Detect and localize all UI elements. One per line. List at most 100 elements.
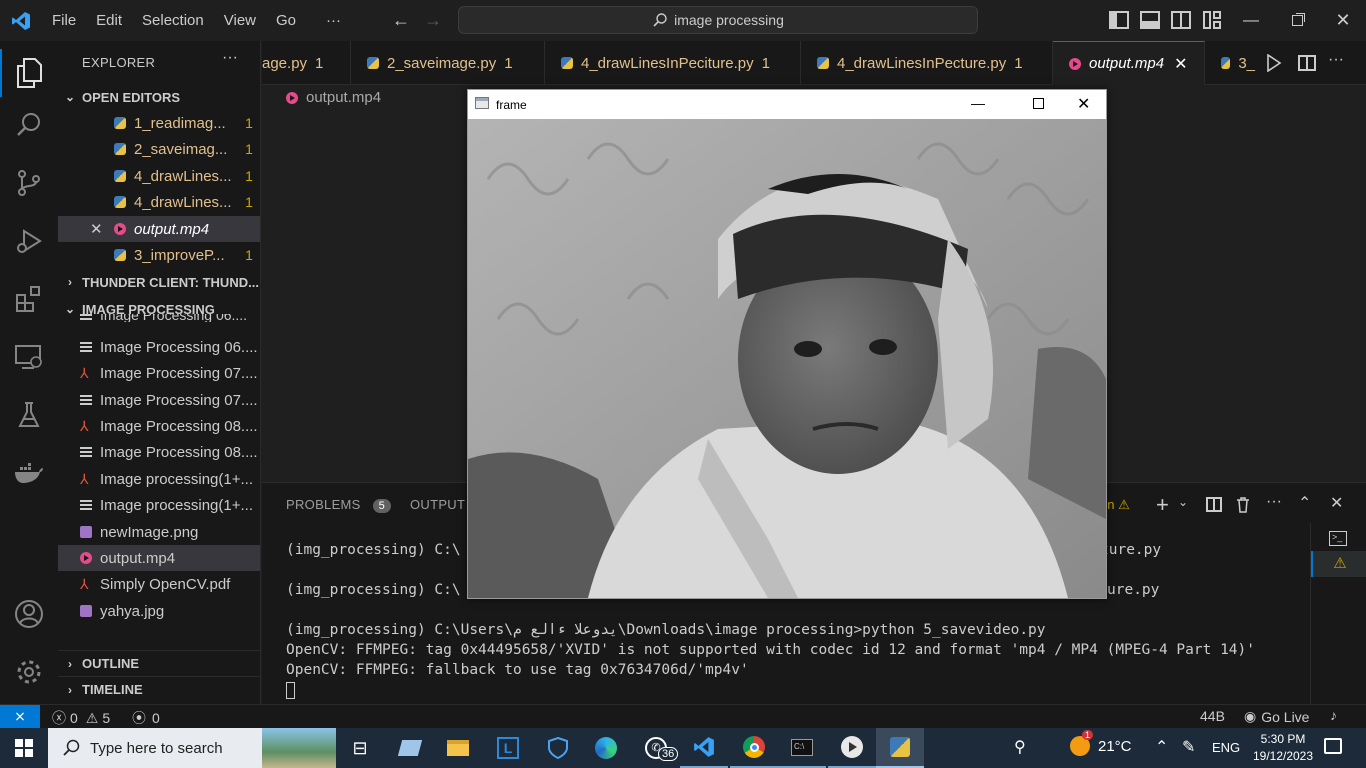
media-player-icon[interactable] [828,728,876,768]
explorer-icon[interactable] [0,49,58,97]
run-debug-icon[interactable] [0,217,58,265]
menu-edit[interactable]: Edit [86,0,132,41]
file-item[interactable]: Image processing(1+... [58,492,260,518]
open-editor-item-active[interactable]: ✕ output.mp4 [58,216,260,242]
minimize-icon[interactable]: — [971,95,985,111]
file-item[interactable]: yahya.jpg [58,598,260,624]
close-editor-icon[interactable]: ✕ [90,220,114,238]
warning-icon[interactable]: ⚠ [1311,551,1366,577]
file-item[interactable]: ⅄ Image Processing 08.... [58,413,260,439]
file-item[interactable]: Image Processing 08.... [58,439,260,465]
new-terminal-icon[interactable]: + [1156,492,1169,518]
minimize-icon[interactable]: — [1228,0,1274,41]
windows-start-icon[interactable] [0,728,48,768]
chevron-down-icon[interactable]: ⌄ [1178,495,1188,509]
tab-3-improve[interactable]: 3_ [1205,41,1255,85]
remote-indicator-icon[interactable]: ⨯ [0,705,40,729]
open-editor-item[interactable]: 1_readimag... 1 [58,110,260,136]
split-editor-icon[interactable] [1298,55,1316,71]
trash-icon[interactable] [1235,496,1251,516]
file-item[interactable]: Image Processing 06.... [58,334,260,360]
breadcrumb[interactable]: output.mp4 [286,89,381,106]
restore-icon[interactable] [1274,0,1320,41]
frame-title-bar[interactable]: frame — ✕ [468,90,1106,119]
toggle-primary-sidebar-icon[interactable] [1109,11,1129,29]
thunder-client-header[interactable]: › THUNDER CLIENT: THUND... [58,269,260,295]
remote-explorer-icon[interactable] [0,333,58,381]
notification-center-icon[interactable] [1324,738,1342,754]
tab-4-drawlines-peciture[interactable]: 4_drawLinesInPeciture.py 1 [545,41,801,85]
settings-gear-icon[interactable] [0,648,58,696]
tab-output[interactable]: OUTPUT [410,497,465,512]
close-window-icon[interactable]: ✕ [1077,94,1090,114]
file-item[interactable]: newImage.png [58,519,260,545]
tab-4-drawlines-pecture[interactable]: 4_drawLinesInPecture.py 1 [801,41,1053,85]
open-editors-header[interactable]: ⌄ OPEN EDITORS [58,84,260,110]
source-control-icon[interactable] [0,159,58,207]
tab-problems[interactable]: PROBLEMS 5 [286,497,391,513]
command-center-search[interactable]: image processing [458,6,978,34]
opencv-frame-window[interactable]: frame — ✕ [467,89,1107,599]
app-l-icon[interactable]: L [484,728,532,768]
clock[interactable]: 5:30 PM 19/12/2023 [1250,731,1316,765]
forward-arrow-icon[interactable]: → [422,10,444,32]
tab-2-saveimage[interactable]: 2_saveimage.py 1 [351,41,545,85]
testing-icon[interactable] [0,391,58,439]
file-item[interactable]: Image Processing 07.... [58,387,260,413]
open-editor-item[interactable]: 4_drawLines... 1 [58,189,260,215]
chrome-icon[interactable] [730,728,778,768]
run-file-icon[interactable] [1266,53,1282,75]
open-editor-item[interactable]: 3_improveP... 1 [58,242,260,268]
open-editor-item[interactable]: 2_saveimag... 1 [58,136,260,162]
file-item-selected[interactable]: output.mp4 [58,545,260,571]
task-view-icon[interactable]: ⊟ [336,728,384,768]
close-panel-icon[interactable]: ✕ [1330,493,1343,513]
go-live-button[interactable]: ◉ Go Live [1244,708,1309,725]
file-item[interactable]: ⅄ Image Processing 07.... [58,360,260,386]
extensions-icon[interactable] [0,275,58,323]
vscode-taskbar-icon[interactable] [680,728,728,768]
problems-status[interactable]: ⓧ 0 ⚠ 5 [52,708,110,728]
split-terminal-icon[interactable] [1206,497,1222,512]
toggle-secondary-sidebar-icon[interactable] [1171,11,1191,29]
app-icon[interactable] [386,728,434,768]
terminal-taskbar-icon[interactable]: C:\ [778,728,826,768]
taskbar-search-box[interactable]: Type here to search [48,728,336,768]
back-arrow-icon[interactable]: ← [390,10,412,32]
accounts-icon[interactable] [0,590,58,638]
toggle-panel-icon[interactable] [1140,11,1160,29]
customize-layout-icon[interactable] [1203,11,1223,29]
outline-header[interactable]: › OUTLINE [58,650,260,676]
menu-view[interactable]: View [214,0,266,41]
timeline-header[interactable]: › TIMELINE [58,676,260,702]
more-actions-icon[interactable]: ··· [1328,51,1344,69]
people-icon[interactable]: ⚲ [1014,737,1026,757]
whatsapp-icon[interactable]: ✆ 36 [632,728,680,768]
file-size[interactable]: 44B [1200,708,1225,724]
input-language[interactable]: ENG [1212,740,1240,755]
tab-1-readimage[interactable]: age.py 1 [262,41,351,85]
python-taskbar-icon[interactable] [876,728,924,768]
ports-status[interactable]: ⦿ 0 [132,708,160,728]
docker-icon[interactable] [0,449,58,497]
tab-output-mp4[interactable]: output.mp4 ✕ [1053,41,1205,85]
file-item-partial[interactable]: Image Processing 06.... [58,314,260,322]
close-window-icon[interactable]: ✕ [1320,0,1366,41]
security-shield-icon[interactable] [534,728,582,768]
more-actions-icon[interactable]: ··· [1266,493,1282,511]
file-item[interactable]: ⅄ Image processing(1+... [58,466,260,492]
pen-icon[interactable]: ✎ [1182,737,1195,757]
maximize-icon[interactable] [1033,98,1044,109]
file-explorer-icon[interactable] [434,728,482,768]
menu-selection[interactable]: Selection [132,0,214,41]
maximize-panel-icon[interactable]: ⌃ [1298,493,1311,513]
weather-widget[interactable]: 1 21°C [1070,730,1132,756]
notifications-bell-icon[interactable]: ♪ [1330,707,1337,723]
chevron-up-icon[interactable]: ⌃ [1155,737,1168,757]
menu-go[interactable]: Go [266,0,306,41]
terminal-shell-icon[interactable]: >_ [1329,531,1347,546]
menu-file[interactable]: File [42,0,86,41]
search-icon[interactable] [0,101,58,149]
file-item[interactable]: ⅄ Simply OpenCV.pdf [58,571,260,597]
open-editor-item[interactable]: 4_drawLines... 1 [58,163,260,189]
